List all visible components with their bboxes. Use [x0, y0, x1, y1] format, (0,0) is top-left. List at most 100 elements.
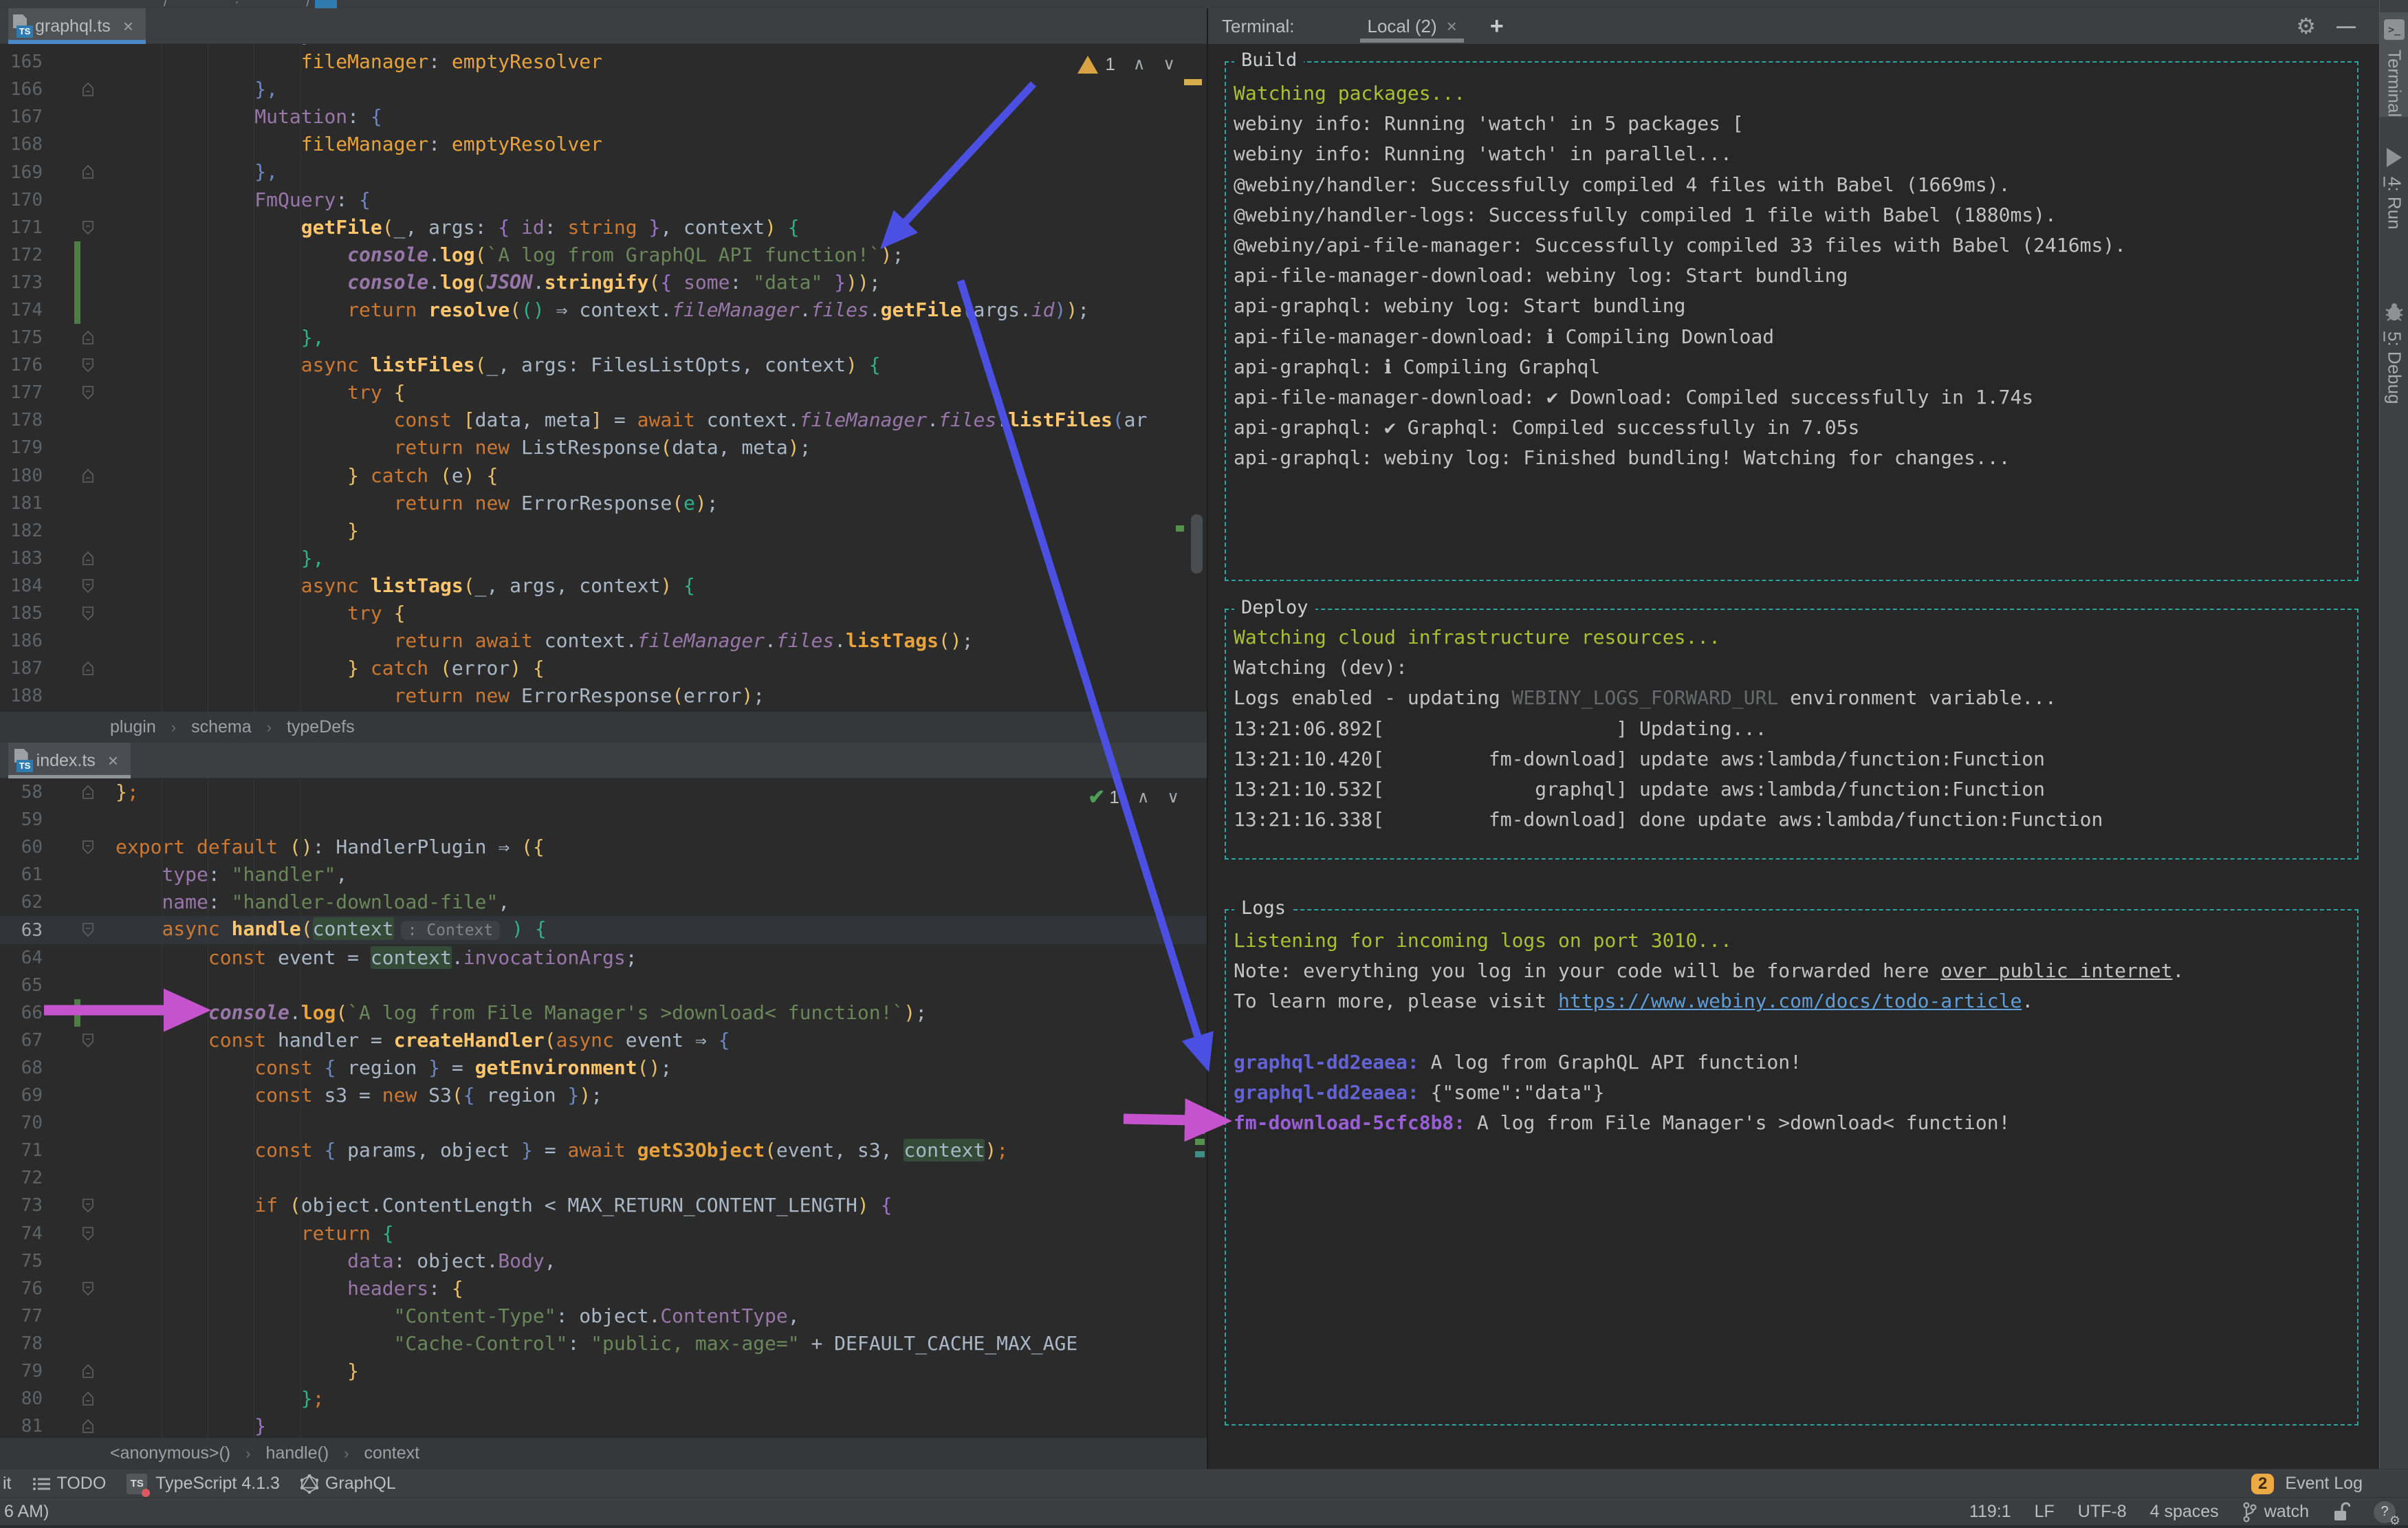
line-number[interactable]: 169 — [0, 162, 47, 183]
breadcrumb-item[interactable]: plugin — [110, 717, 156, 737]
gutter[interactable] — [47, 1109, 116, 1137]
editor1-code-area[interactable]: Query: {165 fileManager: emptyResolver16… — [0, 44, 1207, 711]
line-number[interactable]: 175 — [0, 327, 47, 348]
fold-marker-icon[interactable] — [81, 1363, 95, 1379]
minimize-icon[interactable]: — — [2336, 15, 2356, 37]
close-icon[interactable]: × — [1447, 16, 1457, 37]
line-number[interactable]: 176 — [0, 355, 47, 375]
scrollbar-thumb[interactable] — [1191, 514, 1203, 574]
breadcrumb-item[interactable]: typeDefs — [287, 717, 355, 737]
line-number[interactable]: 165 — [0, 52, 47, 72]
fold-marker-icon[interactable] — [81, 921, 95, 938]
close-icon[interactable]: × — [108, 750, 118, 772]
line-number[interactable]: 182 — [0, 521, 47, 541]
gutter[interactable] — [47, 1137, 116, 1164]
line-number[interactable]: 183 — [0, 548, 47, 569]
gutter[interactable] — [47, 517, 116, 545]
editor1-inspections-widget[interactable]: 1 ∧ ∨ — [1077, 54, 1175, 75]
line-number[interactable]: 81 — [0, 1416, 47, 1437]
todo-widget[interactable]: TODO — [32, 1474, 106, 1494]
caret-position[interactable]: 119:1 — [1969, 1502, 2011, 1522]
gutter[interactable] — [47, 1027, 116, 1054]
line-number[interactable]: 65 — [0, 975, 47, 996]
line-number[interactable]: 76 — [0, 1278, 47, 1299]
line-number[interactable]: 63 — [0, 920, 47, 941]
gutter[interactable] — [47, 406, 116, 434]
fold-marker-icon[interactable] — [81, 1280, 95, 1297]
line-number[interactable]: 77 — [0, 1306, 47, 1327]
chevron-down-icon[interactable]: ∨ — [1167, 787, 1179, 807]
gutter[interactable] — [47, 888, 116, 916]
tool-button-debug[interactable]: 5: Debug — [2380, 303, 2408, 404]
breadcrumb-item[interactable]: handle() — [265, 1443, 329, 1463]
line-number[interactable]: 69 — [0, 1085, 47, 1106]
gutter[interactable] — [47, 1054, 116, 1082]
chevron-up-icon[interactable]: ∧ — [1137, 787, 1150, 807]
fold-marker-icon[interactable] — [81, 1390, 95, 1407]
gutter[interactable] — [47, 627, 116, 655]
typescript-widget[interactable]: TS TypeScript 4.1.3 — [127, 1473, 280, 1497]
chevron-up-icon[interactable]: ∧ — [1133, 54, 1146, 74]
fold-marker-icon[interactable] — [81, 839, 95, 855]
editor2-inspections-widget[interactable]: ✔ 1 ∧ ∨ — [1088, 785, 1179, 809]
gear-icon[interactable]: ⚙ — [2296, 13, 2316, 39]
breadcrumb-item[interactable]: schema — [191, 717, 252, 737]
line-number[interactable]: 59 — [0, 809, 47, 830]
tool-button-run[interactable]: 4: Run — [2380, 148, 2408, 230]
gutter[interactable] — [47, 1357, 116, 1385]
event-log-label[interactable]: Event Log — [2285, 1474, 2363, 1494]
line-number[interactable]: 70 — [0, 1113, 47, 1133]
fold-marker-icon[interactable] — [81, 357, 95, 373]
line-number[interactable]: 178 — [0, 410, 47, 430]
gutter[interactable] — [47, 778, 116, 806]
gutter[interactable] — [47, 48, 116, 76]
gutter[interactable] — [47, 434, 116, 461]
editor2-code-area[interactable]: 58}; 59 60 export default (): HandlerPlugin… — [0, 778, 1207, 1437]
line-number[interactable]: 172 — [0, 245, 47, 265]
gutter[interactable] — [47, 998, 116, 1027]
line-number[interactable]: 66 — [0, 1003, 47, 1023]
gutter[interactable] — [47, 1412, 116, 1437]
gutter[interactable] — [47, 241, 116, 269]
graphql-widget[interactable]: GraphQL — [300, 1474, 396, 1494]
gutter[interactable] — [47, 214, 116, 241]
unknown-run-config-icon[interactable]: ? ⚙ — [2374, 1500, 2400, 1527]
gutter[interactable] — [47, 158, 116, 186]
gutter[interactable] — [47, 379, 116, 406]
gutter[interactable] — [47, 351, 116, 379]
gutter[interactable] — [47, 1220, 116, 1247]
line-number[interactable]: 78 — [0, 1333, 47, 1354]
breadcrumb-item[interactable]: <anonymous>() — [110, 1443, 230, 1463]
unlocked-padlock-icon[interactable] — [2332, 1501, 2350, 1522]
line-number[interactable]: 68 — [0, 1058, 47, 1078]
fold-marker-icon[interactable] — [81, 81, 95, 98]
chevron-down-icon[interactable]: ∨ — [1163, 54, 1175, 74]
file-encoding[interactable]: UTF-8 — [2078, 1502, 2127, 1522]
gutter[interactable] — [47, 545, 116, 572]
fold-marker-icon[interactable] — [81, 660, 95, 677]
indent-setting[interactable]: 4 spaces — [2150, 1502, 2219, 1522]
gutter[interactable] — [47, 1082, 116, 1109]
gutter[interactable] — [47, 944, 116, 972]
line-number[interactable]: 187 — [0, 658, 47, 679]
line-number[interactable]: 181 — [0, 493, 47, 514]
line-number[interactable]: 166 — [0, 79, 47, 100]
fold-marker-icon[interactable] — [81, 384, 95, 401]
gutter[interactable] — [47, 1164, 116, 1192]
line-number[interactable]: 168 — [0, 134, 47, 155]
line-number[interactable]: 179 — [0, 437, 47, 458]
gutter[interactable] — [47, 103, 116, 131]
gutter[interactable] — [47, 1247, 116, 1275]
gutter[interactable] — [47, 833, 116, 861]
event-log-count-badge[interactable]: 2 — [2251, 1473, 2275, 1494]
git-widget-clipped[interactable]: it — [3, 1474, 12, 1494]
line-number[interactable]: 173 — [0, 272, 47, 293]
gutter[interactable] — [47, 682, 116, 710]
fold-marker-icon[interactable] — [81, 578, 95, 594]
tab-index-ts[interactable]: TS index.ts × — [8, 743, 131, 778]
line-number[interactable]: 171 — [0, 217, 47, 238]
gutter[interactable] — [47, 131, 116, 158]
gutter[interactable] — [47, 462, 116, 490]
gutter[interactable] — [47, 1330, 116, 1357]
line-number[interactable]: 71 — [0, 1140, 47, 1161]
